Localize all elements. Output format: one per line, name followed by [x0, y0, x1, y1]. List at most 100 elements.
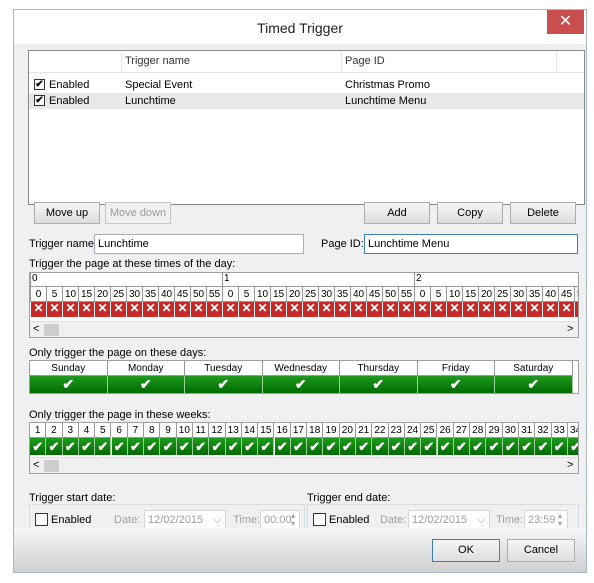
- time-slot-toggle[interactable]: ✕: [494, 302, 510, 317]
- week-toggle[interactable]: ✔: [551, 438, 568, 455]
- day-toggle[interactable]: ✔: [417, 376, 495, 393]
- time-slot-toggle[interactable]: ✕: [302, 302, 318, 317]
- week-toggle[interactable]: ✔: [421, 438, 438, 455]
- time-slot-toggle[interactable]: ✕: [206, 302, 222, 317]
- week-toggle[interactable]: ✔: [30, 438, 47, 455]
- day-toggle[interactable]: ✔: [185, 376, 263, 393]
- move-down-button[interactable]: Move down: [105, 202, 171, 224]
- scroll-left-icon[interactable]: <: [33, 459, 39, 471]
- week-toggle[interactable]: ✔: [519, 438, 536, 455]
- time-slot-toggle[interactable]: ✕: [94, 302, 110, 317]
- close-button[interactable]: ✕: [547, 10, 584, 34]
- week-toggle[interactable]: ✔: [486, 438, 503, 455]
- week-toggle[interactable]: ✔: [193, 438, 210, 455]
- week-toggle[interactable]: ✔: [535, 438, 552, 455]
- add-button[interactable]: Add: [364, 202, 430, 224]
- time-slot-toggle[interactable]: ✕: [574, 302, 578, 317]
- week-toggle[interactable]: ✔: [144, 438, 161, 455]
- time-slot-toggle[interactable]: ✕: [398, 302, 414, 317]
- week-toggle[interactable]: ✔: [209, 438, 226, 455]
- start-time-input[interactable]: 00:00 ▴ ▾: [260, 510, 300, 530]
- week-toggle[interactable]: ✔: [127, 438, 145, 455]
- trigger-name-input[interactable]: Lunchtime: [94, 234, 304, 254]
- chevron-down-icon[interactable]: ⌵: [477, 511, 485, 529]
- week-toggle[interactable]: ✔: [290, 438, 308, 455]
- column-trigger-name[interactable]: Trigger name: [125, 55, 190, 67]
- enabled-checkbox[interactable]: ✔: [34, 95, 45, 106]
- scroll-thumb[interactable]: [44, 460, 59, 472]
- week-toggle[interactable]: ✔: [567, 438, 578, 455]
- times-scrollbar[interactable]: < >: [30, 321, 578, 337]
- time-slot-toggle[interactable]: ✕: [238, 302, 254, 317]
- week-toggle[interactable]: ✔: [95, 438, 112, 455]
- day-toggle[interactable]: ✔: [30, 376, 108, 393]
- time-slot-toggle[interactable]: ✕: [254, 302, 270, 317]
- time-slot-toggle[interactable]: ✕: [110, 302, 126, 317]
- week-toggle[interactable]: ✔: [111, 438, 128, 455]
- time-slot-toggle[interactable]: ✕: [478, 302, 494, 317]
- week-toggle[interactable]: ✔: [160, 438, 177, 455]
- day-toggle[interactable]: ✔: [107, 376, 185, 393]
- week-toggle[interactable]: ✔: [225, 438, 242, 455]
- week-toggle[interactable]: ✔: [388, 438, 405, 455]
- column-page-id[interactable]: Page ID: [345, 55, 385, 67]
- time-slot-toggle[interactable]: ✕: [382, 302, 398, 317]
- week-toggle[interactable]: ✔: [404, 438, 422, 455]
- copy-button[interactable]: Copy: [437, 202, 503, 224]
- list-item[interactable]: ✔ Enabled Special Event Christmas Promo: [29, 77, 584, 93]
- time-slot-toggle[interactable]: ✕: [446, 302, 462, 317]
- end-time-input[interactable]: 23:59 ▴ ▾: [524, 510, 568, 530]
- trigger-list[interactable]: Trigger name Page ID ✔ Enabled Special E…: [28, 50, 585, 205]
- time-slot-toggle[interactable]: ✕: [526, 302, 542, 317]
- times-grid[interactable]: 0 1 2 0 ✕ 5 ✕ 10 ✕ 15 ✕ 20 ✕ 25 ✕ 30 ✕ 35 ✕ 40 ✕ 45 ✕ 50 ✕ 55 ✕ 0 ✕ 5…: [29, 272, 579, 338]
- enabled-checkbox[interactable]: ✔: [34, 79, 45, 90]
- spinner-icon[interactable]: ▴ ▾: [558, 512, 562, 528]
- time-slot-toggle[interactable]: ✕: [542, 302, 558, 317]
- time-slot-toggle[interactable]: ✕: [318, 302, 334, 317]
- week-toggle[interactable]: ✔: [437, 438, 454, 455]
- time-slot-toggle[interactable]: ✕: [366, 302, 382, 317]
- scroll-right-icon[interactable]: >: [567, 459, 573, 471]
- time-slot-toggle[interactable]: ✕: [126, 302, 142, 317]
- spinner-icon[interactable]: ▴ ▾: [291, 512, 295, 528]
- week-toggle[interactable]: ✔: [356, 438, 373, 455]
- ok-button[interactable]: OK: [432, 539, 500, 562]
- start-date-picker[interactable]: 12/02/2015 ⌵: [144, 510, 226, 530]
- time-slot-toggle[interactable]: ✕: [30, 302, 46, 317]
- move-up-button[interactable]: Move up: [34, 202, 100, 224]
- time-slot-toggle[interactable]: ✕: [430, 302, 446, 317]
- time-slot-toggle[interactable]: ✕: [350, 302, 366, 317]
- week-toggle[interactable]: ✔: [78, 438, 96, 455]
- time-slot-toggle[interactable]: ✕: [62, 302, 78, 317]
- end-date-picker[interactable]: 12/02/2015 ⌵: [408, 510, 490, 530]
- week-toggle[interactable]: ✔: [176, 438, 193, 455]
- day-toggle[interactable]: ✔: [495, 376, 573, 393]
- weeks-grid[interactable]: 1 ✔ 2 ✔ 3 ✔ 4 ✔ 5 ✔ 6 ✔ 7 ✔ 8 ✔ 9 ✔ 10 ✔ 11 ✔ 12 ✔ 13 ✔ 14 ✔ 15 ✔ 16 ✔ 1…: [29, 422, 579, 474]
- days-grid[interactable]: Sunday ✔ Monday ✔ Tuesday ✔ Wednesday ✔ Thursday…: [29, 360, 579, 394]
- time-slot-toggle[interactable]: ✕: [462, 302, 478, 317]
- week-toggle[interactable]: ✔: [241, 438, 259, 455]
- time-slot-toggle[interactable]: ✕: [558, 302, 574, 317]
- time-slot-toggle[interactable]: ✕: [286, 302, 302, 317]
- week-toggle[interactable]: ✔: [502, 438, 519, 455]
- week-toggle[interactable]: ✔: [258, 438, 275, 455]
- week-toggle[interactable]: ✔: [323, 438, 340, 455]
- time-slot-toggle[interactable]: ✕: [78, 302, 94, 317]
- scroll-thumb[interactable]: [44, 324, 59, 336]
- time-slot-toggle[interactable]: ✕: [510, 302, 526, 317]
- week-toggle[interactable]: ✔: [372, 438, 389, 455]
- scroll-right-icon[interactable]: >: [567, 323, 573, 335]
- week-toggle[interactable]: ✔: [339, 438, 356, 455]
- list-item[interactable]: ✔ Enabled Lunchtime Lunchtime Menu: [29, 93, 584, 109]
- day-toggle[interactable]: ✔: [340, 376, 418, 393]
- scroll-left-icon[interactable]: <: [33, 323, 39, 335]
- day-toggle[interactable]: ✔: [262, 376, 340, 393]
- week-toggle[interactable]: ✔: [453, 438, 471, 455]
- week-toggle[interactable]: ✔: [62, 438, 79, 455]
- delete-button[interactable]: Delete: [510, 202, 576, 224]
- week-toggle[interactable]: ✔: [46, 438, 63, 455]
- page-id-input[interactable]: Lunchtime Menu: [364, 234, 578, 254]
- end-enabled-checkbox[interactable]: [313, 513, 326, 526]
- time-slot-toggle[interactable]: ✕: [190, 302, 206, 317]
- week-toggle[interactable]: ✔: [274, 438, 291, 455]
